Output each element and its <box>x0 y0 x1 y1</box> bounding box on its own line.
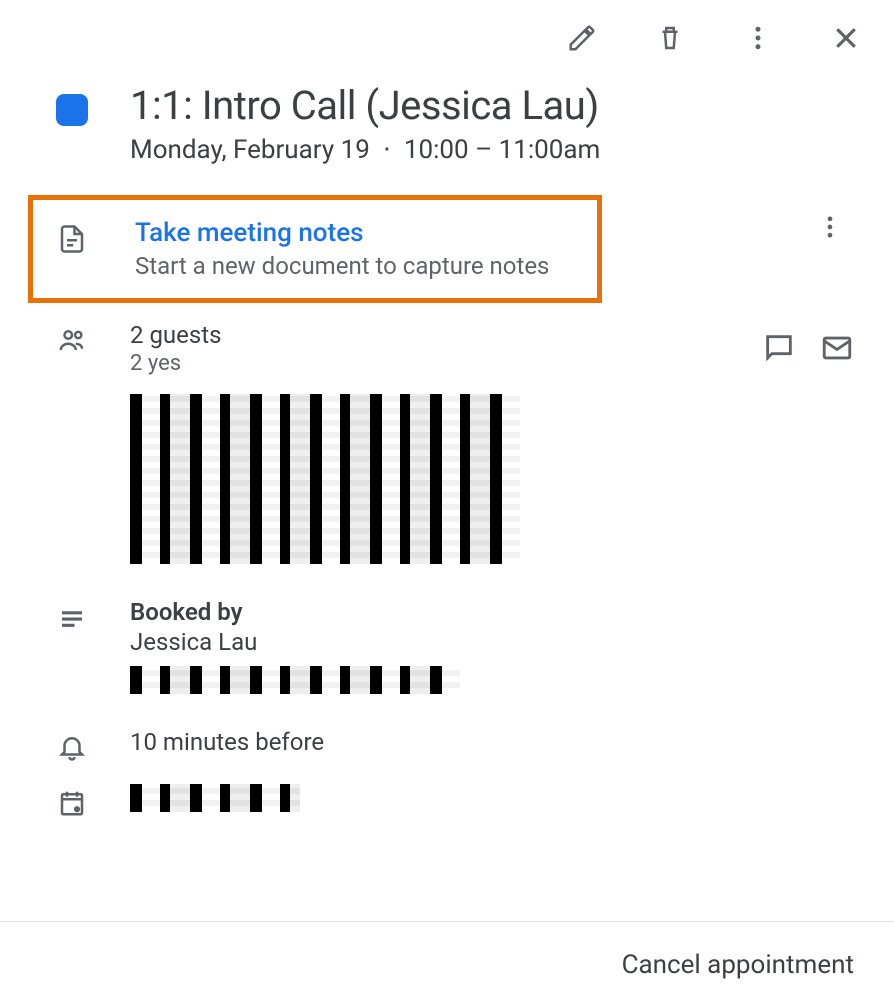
guests-section: 2 guests 2 yes <box>0 321 894 570</box>
description-section: Booked by Jessica Lau <box>0 598 894 700</box>
event-time: 10:00 – 11:00am <box>404 135 600 165</box>
booked-by-label: Booked by <box>130 598 854 626</box>
reminder-label: 10 minutes before <box>130 728 324 756</box>
people-icon <box>56 321 88 355</box>
guests-status: 2 yes <box>130 351 762 376</box>
notes-more-button[interactable] <box>810 213 850 241</box>
reminder-section: 10 minutes before <box>0 728 894 762</box>
delete-button[interactable] <box>650 18 690 58</box>
trash-icon <box>655 23 685 53</box>
event-color-swatch <box>56 94 88 126</box>
event-datetime: Monday, February 19 ⋅ 10:00 – 11:00am <box>130 135 600 165</box>
pencil-icon <box>567 23 597 53</box>
notes-subtitle: Start a new document to capture notes <box>135 252 549 280</box>
mail-icon <box>820 331 854 365</box>
close-button[interactable] <box>826 18 866 58</box>
cancel-appointment-button[interactable]: Cancel appointment <box>622 950 854 980</box>
calendar-section <box>0 784 894 818</box>
event-title: 1:1: Intro Call (Jessica Lau) <box>130 82 600 129</box>
notes-title: Take meeting notes <box>135 218 549 248</box>
datetime-separator: ⋅ <box>383 135 391 165</box>
guest-list-redacted <box>130 394 520 564</box>
more-options-button[interactable] <box>738 18 778 58</box>
description-redacted <box>130 666 460 694</box>
event-header: 1:1: Intro Call (Jessica Lau) Monday, Fe… <box>0 58 894 165</box>
event-toolbar <box>0 0 894 58</box>
footer: Cancel appointment <box>0 921 894 1008</box>
booked-by-name: Jessica Lau <box>130 628 854 656</box>
document-icon <box>57 218 89 254</box>
more-vertical-icon <box>743 23 773 53</box>
chat-button[interactable] <box>762 331 796 365</box>
calendar-icon <box>56 784 88 818</box>
description-icon <box>56 598 88 634</box>
event-date: Monday, February 19 <box>130 135 370 165</box>
more-vertical-icon <box>816 213 844 241</box>
email-guests-button[interactable] <box>820 331 854 365</box>
chat-icon <box>762 331 796 365</box>
guests-count: 2 guests <box>130 321 762 349</box>
calendar-name-redacted <box>130 784 300 812</box>
bell-icon <box>56 728 88 762</box>
take-meeting-notes-button[interactable]: Take meeting notes Start a new document … <box>28 195 602 303</box>
edit-button[interactable] <box>562 18 602 58</box>
close-icon <box>831 23 861 53</box>
